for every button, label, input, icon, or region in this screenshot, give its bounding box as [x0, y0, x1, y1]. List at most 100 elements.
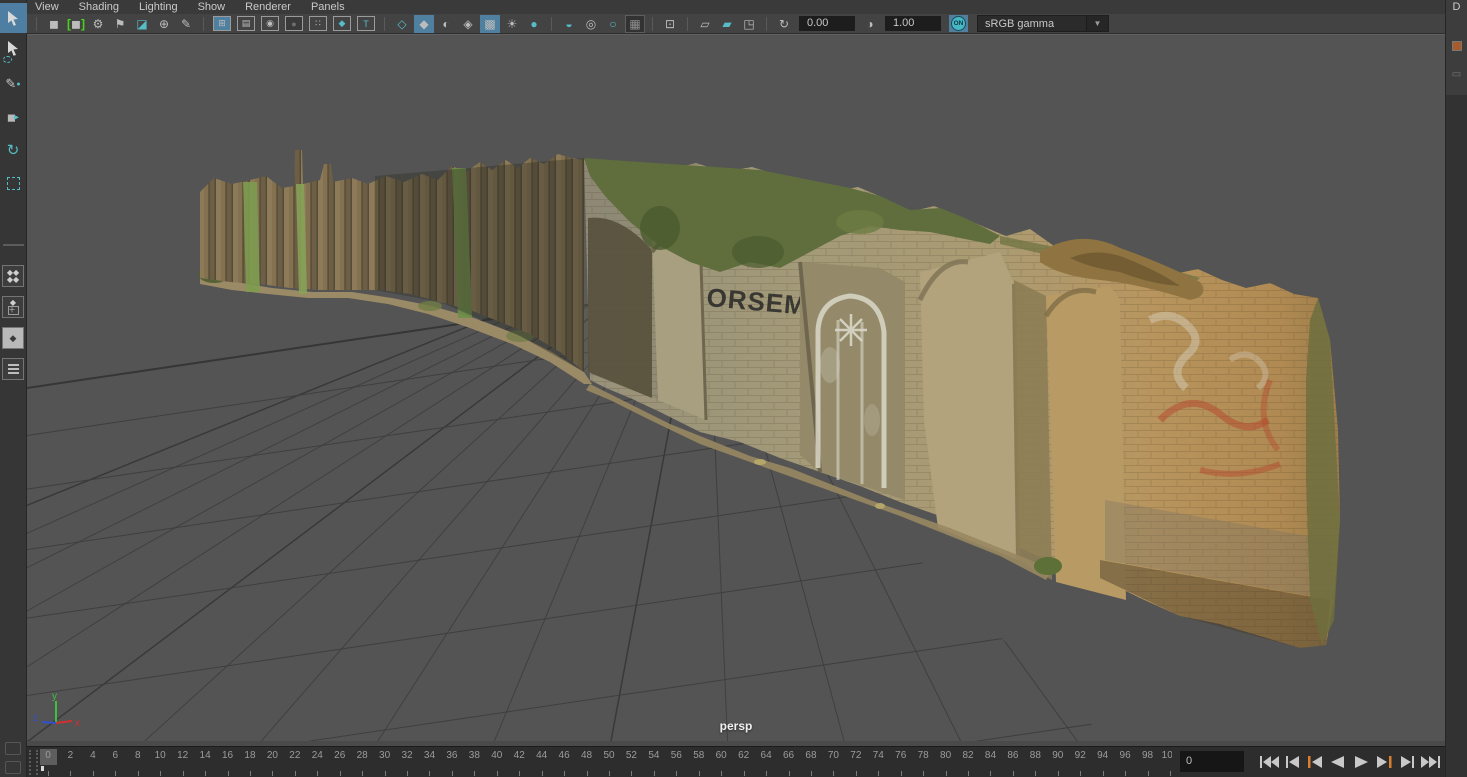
resolution-gate-icon[interactable]: ◉ [261, 16, 279, 31]
frame-label-52[interactable]: 52 [626, 750, 637, 761]
frame-label-70[interactable]: 70 [828, 750, 839, 761]
exposure-field[interactable]: 0.00 [799, 16, 855, 31]
shaded-icon[interactable]: ◆ [414, 14, 434, 33]
lights-icon[interactable]: ☀ [502, 15, 522, 33]
frame-label-82[interactable]: 82 [962, 750, 973, 761]
frame-label-38[interactable]: 38 [469, 750, 480, 761]
frame-label-98[interactable]: 98 [1142, 750, 1153, 761]
film-gate-icon[interactable]: ▤ [237, 16, 255, 31]
frame-label-64[interactable]: 64 [761, 750, 772, 761]
motion-blur-icon[interactable]: ◎ [581, 15, 601, 33]
image-plane-icon[interactable]: ◪ [132, 15, 152, 33]
frame-label-0[interactable]: 0 [45, 750, 51, 761]
menu-lighting[interactable]: Lighting [139, 1, 178, 13]
frame-label-40[interactable]: 40 [491, 750, 502, 761]
frame-label-80[interactable]: 80 [940, 750, 951, 761]
help-line-icon[interactable] [5, 742, 21, 755]
frame-label-8[interactable]: 8 [135, 750, 141, 761]
frame-label-36[interactable]: 36 [446, 750, 457, 761]
step-back-key-button[interactable] [1304, 754, 1326, 770]
textured-icon[interactable]: ▩ [480, 14, 500, 33]
occlusion-icon[interactable]: ◒ [559, 15, 579, 33]
frame-label-32[interactable]: 32 [401, 750, 412, 761]
frame-label-50[interactable]: 50 [603, 750, 614, 761]
render-target-icon[interactable]: ▦ [625, 14, 645, 33]
frame-label-26[interactable]: 26 [334, 750, 345, 761]
frame-label-34[interactable]: 34 [424, 750, 435, 761]
frame-label-74[interactable]: 74 [873, 750, 884, 761]
frame-label-20[interactable]: 20 [267, 750, 278, 761]
layer-editor-icon[interactable]: ▭ [1452, 69, 1461, 80]
frame-label-48[interactable]: 48 [581, 750, 592, 761]
frame-label-60[interactable]: 60 [716, 750, 727, 761]
step-back-frame-button[interactable] [1281, 754, 1303, 770]
color-management-toggle[interactable]: ON [949, 15, 968, 32]
frame-label-16[interactable]: 16 [222, 750, 233, 761]
frame-label-4[interactable]: 4 [90, 750, 96, 761]
current-time-field[interactable]: 0 [1180, 751, 1244, 772]
camera-label[interactable]: persp [720, 719, 753, 733]
chevron-down-icon[interactable]: ▼ [1086, 16, 1108, 31]
grease-pencil-icon[interactable]: ✎ [176, 15, 196, 33]
step-forward-key-button[interactable] [1373, 754, 1395, 770]
default-material-icon[interactable]: ◈ [458, 15, 478, 33]
xray-joints-icon[interactable]: ▰ [717, 15, 737, 33]
frame-label-100[interactable]: 100 [1162, 750, 1172, 761]
frame-label-58[interactable]: 58 [693, 750, 704, 761]
safe-title-icon[interactable]: T [357, 16, 375, 31]
gate-mask-icon[interactable]: ● [285, 16, 303, 31]
channel-box-icon[interactable] [1451, 41, 1462, 51]
frame-label-22[interactable]: 22 [289, 750, 300, 761]
camera-attributes-icon[interactable]: ⚙ [88, 15, 108, 33]
contrast-icon[interactable]: ◑ [860, 15, 880, 33]
frame-label-66[interactable]: 66 [783, 750, 794, 761]
menu-shading[interactable]: Shading [79, 1, 119, 13]
select-camera-icon[interactable]: ◼ [44, 15, 64, 33]
frame-label-10[interactable]: 10 [155, 750, 166, 761]
split-view-layout-button[interactable]: ◆ ＋ [2, 296, 24, 318]
bookmark-icon[interactable]: ⚑ [110, 15, 130, 33]
shadows-icon[interactable]: ● [524, 15, 544, 33]
view-transform-dropdown[interactable]: sRGB gamma ▼ [977, 15, 1109, 32]
rotate-tool[interactable]: ↻ [0, 135, 27, 165]
exposure-icon[interactable]: ↻ [774, 15, 794, 33]
depth-of-field-icon[interactable]: ○ [603, 15, 623, 33]
frame-label-78[interactable]: 78 [918, 750, 929, 761]
frame-label-88[interactable]: 88 [1030, 750, 1041, 761]
frame-label-6[interactable]: 6 [113, 750, 119, 761]
isolate-select-icon[interactable]: ⊡ [660, 15, 680, 33]
play-forward-button[interactable] [1350, 754, 1372, 770]
lock-camera-icon[interactable]: [◼] [66, 15, 86, 33]
frame-label-62[interactable]: 62 [738, 750, 749, 761]
frame-label-54[interactable]: 54 [648, 750, 659, 761]
frame-label-86[interactable]: 86 [1007, 750, 1018, 761]
frame-label-42[interactable]: 42 [514, 750, 525, 761]
frame-label-46[interactable]: 46 [559, 750, 570, 761]
menu-panels[interactable]: Panels [311, 1, 345, 13]
contrast-field[interactable]: 1.00 [885, 16, 941, 31]
frame-label-94[interactable]: 94 [1097, 750, 1108, 761]
time-slider-grip[interactable] [29, 750, 38, 775]
time-slider[interactable]: 0 2 4 6 8 10 12 14 16 18 20 22 24 26 28 30 32 34 36 38 40 42 4… [38, 747, 1172, 777]
frame-label-28[interactable]: 28 [357, 750, 368, 761]
frame-label-56[interactable]: 56 [671, 750, 682, 761]
safe-action-icon[interactable]: ◆ [333, 16, 351, 31]
menu-renderer[interactable]: Renderer [245, 1, 291, 13]
pan-zoom-icon[interactable]: ⊕ [154, 15, 174, 33]
wireframe-on-shaded-icon[interactable]: ◐ [436, 15, 456, 33]
go-to-start-button[interactable] [1258, 754, 1280, 770]
frame-label-72[interactable]: 72 [850, 750, 861, 761]
frame-label-68[interactable]: 68 [805, 750, 816, 761]
frame-label-84[interactable]: 84 [985, 750, 996, 761]
frame-label-76[interactable]: 76 [895, 750, 906, 761]
frame-label-24[interactable]: 24 [312, 750, 323, 761]
grid-icon[interactable]: ⊞ [213, 16, 231, 31]
outliner-layout-button[interactable] [2, 358, 24, 380]
wireframe-icon[interactable]: ◇ [392, 15, 412, 33]
field-chart-icon[interactable]: ∷ [309, 16, 327, 31]
frame-label-18[interactable]: 18 [244, 750, 255, 761]
frame-label-90[interactable]: 90 [1052, 750, 1063, 761]
select-tool[interactable] [0, 3, 27, 33]
menu-show[interactable]: Show [198, 1, 226, 13]
command-line-icon[interactable] [5, 761, 21, 774]
